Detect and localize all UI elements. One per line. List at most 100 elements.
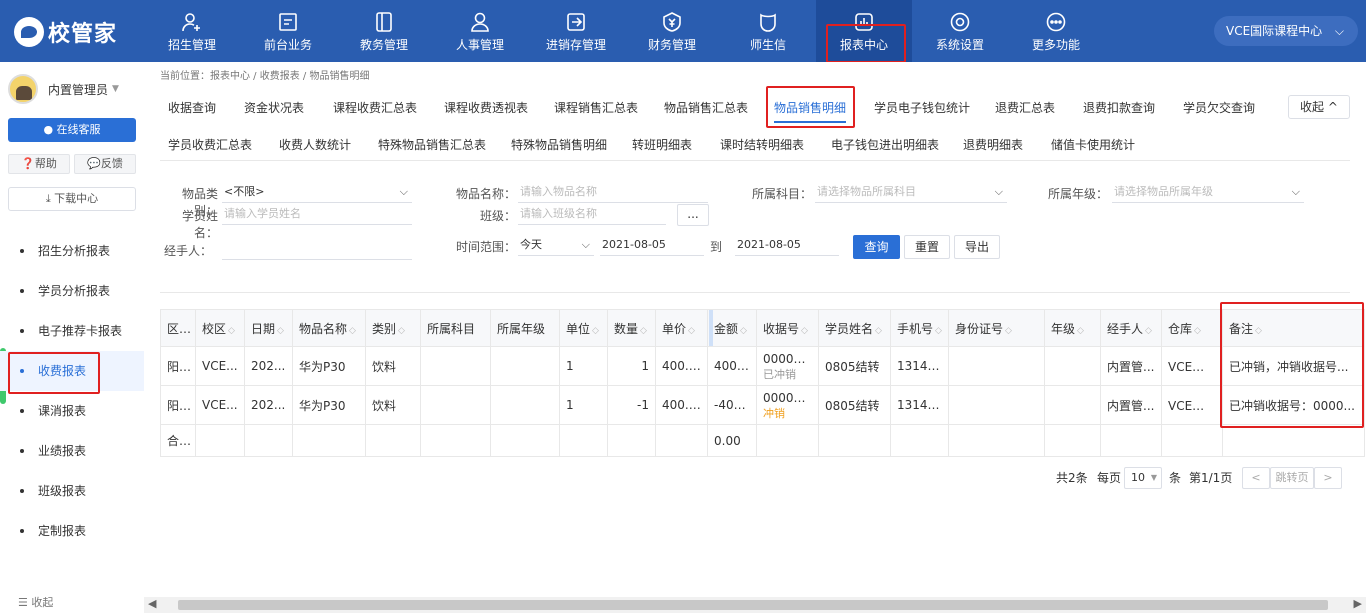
col-amount[interactable]: 金额 ◇ (707, 309, 757, 347)
tab-arrears-query[interactable]: 学员欠交查询 (1183, 99, 1255, 116)
subject-select[interactable]: 请选择物品所属科目 ⌵ (815, 183, 1007, 203)
table-row[interactable]: 阳光... VCE... 202... 华为P30 饮料 1 1 400.00 … (160, 346, 1365, 386)
tab-receipt-query[interactable]: 收据查询 (168, 99, 216, 116)
app-logo[interactable]: 校管家 (14, 16, 117, 48)
time-range-select[interactable]: 今天 ⌵ (518, 236, 594, 256)
nav-finance[interactable]: 财务管理 (624, 0, 720, 62)
tab-ewallet-flow[interactable]: 电子钱包进出明细表 (831, 136, 939, 153)
grade-select[interactable]: 请选择物品所属年级 ⌵ (1112, 183, 1304, 203)
table-row[interactable]: 阳光... VCE... 202... 华为P30 饮料 1 -1 400.00… (160, 385, 1365, 425)
user-menu[interactable]: 内置管理员 ▼ (8, 74, 119, 104)
feedback-button[interactable]: 💬反馈 (74, 154, 136, 174)
scroll-right-icon[interactable]: ▶ (1354, 597, 1362, 610)
class-input[interactable]: 请输入班级名称 (518, 205, 666, 225)
tab-course-fee-pivot[interactable]: 课程收费透视表 (444, 99, 528, 116)
col-area[interactable]: 区域▼ (160, 309, 196, 347)
col-receipt[interactable]: 收据号 ◇ (756, 309, 819, 347)
handler-input[interactable] (222, 240, 412, 260)
tab-course-sales-summary[interactable]: 课程销售汇总表 (554, 99, 638, 116)
online-service-button[interactable]: ● 在线客服 (8, 118, 136, 142)
tab-class-transfer[interactable]: 转班明细表 (632, 136, 692, 153)
col-price[interactable]: 单价 ◇ (655, 309, 708, 347)
nav-more[interactable]: 更多功能 (1008, 0, 1104, 62)
col-grade[interactable]: 年级 ◇ (1044, 309, 1101, 347)
col-item-name[interactable]: 物品名称 ◇ (292, 309, 366, 347)
tab-item-sales-summary[interactable]: 物品销售汇总表 (664, 99, 748, 116)
tab-fee-headcount[interactable]: 收费人数统计 (279, 136, 351, 153)
sidebar-item-class-report[interactable]: 班级报表 (0, 471, 144, 511)
class-picker-button[interactable]: ... (677, 204, 709, 226)
scroll-thumb[interactable] (178, 600, 1328, 610)
nav-reports[interactable]: 报表中心 (816, 0, 912, 63)
tab-student-fee-summary[interactable]: 学员收费汇总表 (168, 136, 252, 153)
sidebar-item-student-report[interactable]: 学员分析报表 (0, 271, 144, 311)
help-button[interactable]: ❓帮助 (8, 154, 70, 174)
col-handler[interactable]: 经手人 ◇ (1100, 309, 1162, 347)
nav-enrollment[interactable]: 招生管理 (144, 0, 240, 62)
fold-tabs-button[interactable]: 收起 ^ (1288, 95, 1350, 119)
receipt-status: 已冲销 (763, 368, 796, 381)
sidebar-item-ecard-report[interactable]: 电子推荐卡报表 (0, 311, 144, 351)
tab-refund-summary[interactable]: 退费汇总表 (995, 99, 1055, 116)
org-selector[interactable]: VCE国际课程中心 ⌵ (1214, 16, 1358, 46)
nav-academic[interactable]: 教务管理 (336, 0, 432, 62)
tab-ewallet-stats[interactable]: 学员电子钱包统计 (874, 99, 970, 116)
tab-refund-detail[interactable]: 退费明细表 (963, 136, 1023, 153)
sort-icon: ◇ (1077, 325, 1084, 336)
tab-lesson-carryover[interactable]: 课时结转明细表 (720, 136, 804, 153)
cell-subject (420, 346, 491, 386)
cell-grade (1044, 385, 1101, 425)
reset-button[interactable]: 重置 (904, 235, 950, 259)
tab-special-item-detail[interactable]: 特殊物品销售明细 (511, 136, 607, 153)
tab-fund-status[interactable]: 资金状况表 (244, 99, 304, 116)
cell-receipt[interactable]: 000090... 冲销 (756, 385, 819, 425)
tab-refund-deduction[interactable]: 退费扣款查询 (1083, 99, 1155, 116)
item-name-input[interactable]: 请输入物品名称 (518, 183, 708, 203)
nav-settings[interactable]: 系统设置 (912, 0, 1008, 62)
col-campus[interactable]: 校区 ◇ (195, 309, 245, 347)
col-date[interactable]: 日期 ◇ (244, 309, 293, 347)
page-size-select[interactable]: 10 ▼ (1124, 467, 1162, 489)
date-from-input[interactable]: 2021-08-05 (600, 236, 704, 256)
date-to-input[interactable]: 2021-08-05 (735, 236, 839, 256)
prev-page-button[interactable]: < (1242, 467, 1270, 489)
total-count: 共2条 (1056, 471, 1088, 485)
next-page-button[interactable]: > (1314, 467, 1342, 489)
col-qty[interactable]: 数量 ◇ (607, 309, 656, 347)
sidebar-item-lesson-report[interactable]: 课消报表 (0, 391, 144, 431)
export-button[interactable]: 导出 (954, 235, 1000, 259)
tab-stored-card-stats[interactable]: 储值卡使用统计 (1051, 136, 1135, 153)
col-unit[interactable]: 单位 ◇ (559, 309, 608, 347)
category-select[interactable]: <不限> ⌵ (222, 183, 412, 203)
horizontal-scrollbar[interactable]: ◀ ▶ (144, 597, 1366, 613)
nav-label: 系统设置 (935, 38, 984, 52)
nav-messaging[interactable]: 师生信 (720, 0, 816, 62)
cell-receipt[interactable]: 000090... 已冲销 (756, 346, 819, 386)
col-phone[interactable]: 手机号 ◇ (890, 309, 949, 347)
sidebar-collapse-button[interactable]: ☰ 收起 (18, 594, 53, 610)
tab-special-item-summary[interactable]: 特殊物品销售汇总表 (378, 136, 486, 153)
sidebar-item-enrollment-report[interactable]: 招生分析报表 (0, 231, 144, 271)
chevron-up-icon: ^ (1327, 100, 1338, 114)
sidebar-item-fee-report[interactable]: 收费报表 (0, 351, 144, 394)
col-label: 学员姓名 (825, 321, 874, 336)
cell-student: 0805结转 (818, 346, 891, 386)
query-button[interactable]: 查询 (853, 235, 900, 259)
col-id-number[interactable]: 身份证号 ◇ (948, 309, 1045, 347)
download-center-button[interactable]: ⤓ 下载中心 (8, 187, 136, 211)
sidebar-item-performance-report[interactable]: 业绩报表 (0, 431, 144, 471)
nav-hr[interactable]: 人事管理 (432, 0, 528, 62)
student-input[interactable]: 请输入学员姓名 (222, 205, 412, 225)
tab-course-fee-summary[interactable]: 课程收费汇总表 (333, 99, 417, 116)
sidebar-item-custom-report[interactable]: 定制报表 (0, 511, 144, 551)
ellipsis-icon: ... (687, 207, 699, 221)
col-student[interactable]: 学员姓名 ◇ (818, 309, 891, 347)
to-label: 到 (709, 240, 722, 254)
col-warehouse[interactable]: 仓库 ◇ (1161, 309, 1223, 347)
scroll-left-icon[interactable]: ◀ (148, 597, 156, 610)
nav-inventory[interactable]: 进销存管理 (528, 0, 624, 62)
nav-frontdesk[interactable]: 前台业务 (240, 0, 336, 62)
jump-page-input[interactable]: 跳转页 (1270, 467, 1314, 489)
column-resize-handle[interactable] (709, 310, 713, 346)
col-category[interactable]: 类别 ◇ (365, 309, 421, 347)
